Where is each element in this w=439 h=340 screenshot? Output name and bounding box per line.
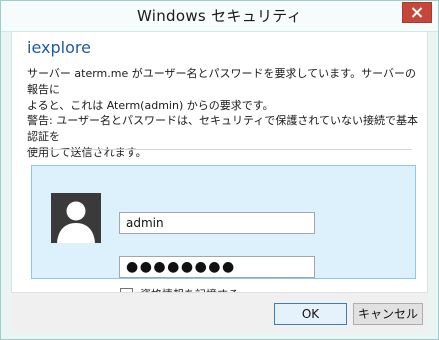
window-title: Windows セキュリティ bbox=[136, 7, 303, 25]
credential-panel[interactable]: admin ●●●●●●●● 資格情報を記憶する bbox=[31, 165, 416, 301]
close-button[interactable] bbox=[402, 2, 432, 23]
close-icon bbox=[411, 7, 423, 18]
button-bar: OK キャンセル bbox=[11, 292, 428, 332]
username-field[interactable]: admin bbox=[119, 212, 315, 234]
user-silhouette-icon bbox=[51, 193, 101, 243]
dialog-content: iexplore サーバー aterm.me がユーザー名とパスワードを要求して… bbox=[11, 32, 428, 301]
request-message: サーバー aterm.me がユーザー名とパスワードを要求しています。サーバーの… bbox=[27, 67, 416, 112]
cancel-button[interactable]: キャンセル bbox=[353, 303, 423, 325]
ok-button[interactable]: OK bbox=[274, 303, 347, 325]
password-field[interactable]: ●●●●●●●● bbox=[119, 256, 315, 278]
title-bar[interactable]: Windows セキュリティ bbox=[1, 1, 438, 32]
security-dialog: Windows セキュリティ iexplore サーバー aterm.me がユ… bbox=[0, 0, 439, 340]
divider bbox=[27, 149, 412, 150]
dialog-heading: iexplore bbox=[27, 38, 91, 57]
warning-message: 警告: ユーザー名とパスワードは、セキュリティで保護されていない接続で基本認証を… bbox=[27, 114, 418, 159]
